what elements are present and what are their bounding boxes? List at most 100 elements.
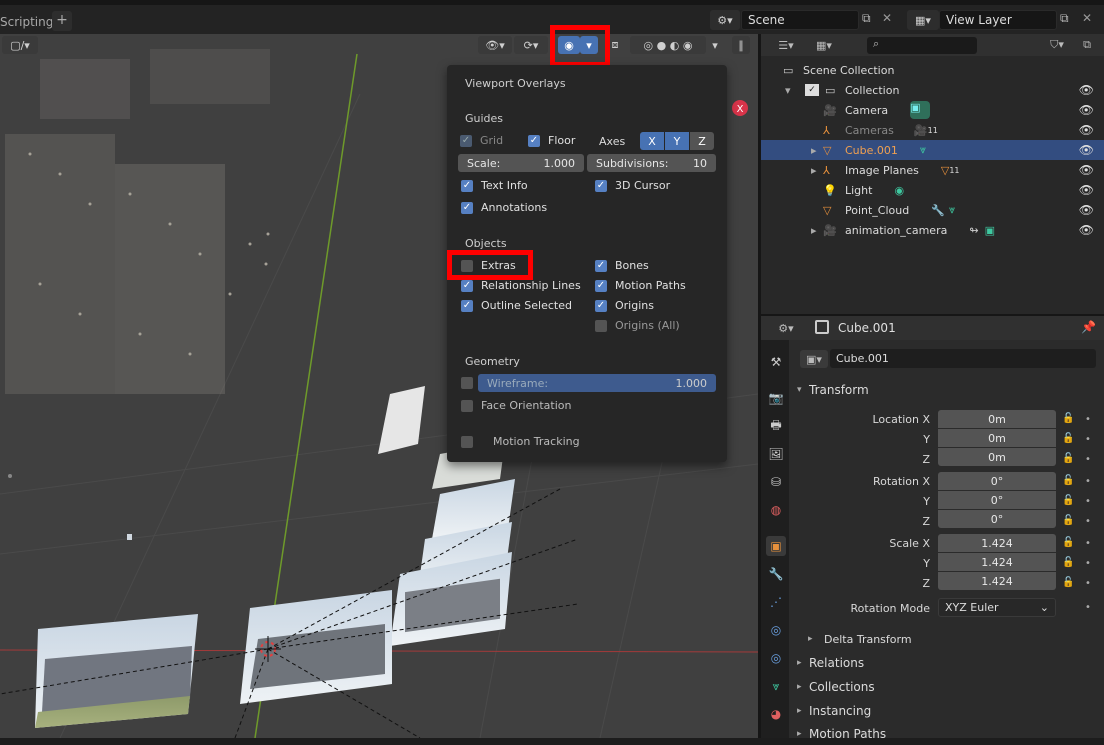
outliner-row-camera[interactable]: 🎥 Camera ▣ 👁 bbox=[761, 100, 1104, 120]
outliner-search-input[interactable]: ⌕ bbox=[867, 37, 977, 54]
3d-cursor-checkbox[interactable]: ✓ 3D Cursor bbox=[595, 179, 670, 192]
new-view-layer-icon[interactable]: ⧉ bbox=[1060, 11, 1078, 29]
view-layer-tab-icon[interactable]: 🖼 bbox=[766, 444, 786, 464]
rotation-x-field[interactable]: 0° bbox=[938, 472, 1056, 490]
location-x-field[interactable]: 0m bbox=[938, 410, 1056, 428]
lock-icon[interactable]: 🔓 bbox=[1062, 433, 1074, 444]
visibility-eye-icon[interactable]: 👁 bbox=[1079, 223, 1094, 237]
keyframe-dot-icon[interactable]: • bbox=[1085, 538, 1091, 549]
lock-icon[interactable]: 🔓 bbox=[1062, 557, 1074, 568]
constraints-tab-icon[interactable]: ◎ bbox=[766, 648, 786, 668]
display-mode-icon[interactable]: ☰▾ bbox=[771, 36, 801, 54]
lock-icon[interactable]: 🔓 bbox=[1062, 475, 1074, 486]
scene-tab-icon[interactable]: ⛁ bbox=[766, 472, 786, 492]
viewport-falloff-icon[interactable]: ▢∕▾ bbox=[2, 36, 38, 54]
keyframe-dot-icon[interactable]: • bbox=[1085, 496, 1091, 507]
keyframe-dot-icon[interactable]: • bbox=[1085, 558, 1091, 569]
outliner-row-point-cloud[interactable]: ▽ Point_Cloud 🔧 ⩔ 👁 bbox=[761, 200, 1104, 220]
outliner-row-image-planes[interactable]: ▸ ⅄ Image Planes ▽ 11 👁 bbox=[761, 160, 1104, 180]
visibility-eye-icon[interactable]: 👁 bbox=[1079, 123, 1094, 137]
new-collection-icon[interactable]: ⧉ bbox=[1075, 36, 1099, 54]
new-scene-icon[interactable]: ⧉ bbox=[862, 11, 880, 29]
grid-subdivisions-field[interactable]: Subdivisions: 10 bbox=[587, 154, 716, 172]
scale-y-field[interactable]: 1.424 bbox=[938, 553, 1056, 571]
relationship-lines-checkbox[interactable]: ✓ Relationship Lines bbox=[461, 279, 581, 292]
modifier-tab-icon[interactable]: 🔧 bbox=[766, 564, 786, 584]
add-workspace-button[interactable]: + bbox=[52, 11, 72, 31]
render-tab-icon[interactable]: 📷 bbox=[766, 388, 786, 408]
outline-selected-checkbox[interactable]: ✓ Outline Selected bbox=[461, 299, 572, 312]
shading-dropdown-icon[interactable]: ▾ bbox=[706, 36, 724, 54]
keyframe-dot-icon[interactable]: • bbox=[1085, 414, 1091, 425]
data-tab-icon[interactable]: ⩔ bbox=[766, 676, 786, 696]
material-tab-icon[interactable]: ◕ bbox=[766, 704, 786, 724]
relations-panel-header[interactable]: ▸ Relations bbox=[793, 652, 1104, 674]
view-layer-name-field[interactable]: View Layer bbox=[939, 10, 1057, 30]
text-info-checkbox[interactable]: ✓ Text Info bbox=[461, 179, 528, 192]
lock-icon[interactable]: 🔓 bbox=[1062, 537, 1074, 548]
location-y-field[interactable]: 0m bbox=[938, 429, 1056, 447]
gizmo-dropdown-icon[interactable]: ⟳▾ bbox=[514, 36, 548, 54]
visibility-eye-icon[interactable]: 👁 bbox=[1079, 103, 1094, 117]
motion-paths-panel-header[interactable]: ▸ Motion Paths bbox=[793, 723, 1104, 745]
motion-paths-checkbox[interactable]: ✓ Motion Paths bbox=[595, 279, 686, 292]
axis-y-toggle[interactable]: Y bbox=[665, 132, 689, 150]
delta-transform-header[interactable]: ▸ Delta Transform bbox=[808, 628, 1104, 650]
filter-icon[interactable]: ⛉▾ bbox=[1043, 36, 1071, 54]
view-layer-selector-icon[interactable]: ▦▾ bbox=[907, 10, 939, 30]
checkbox-icon[interactable]: ✓ bbox=[805, 84, 819, 96]
delete-view-layer-icon[interactable]: ✕ bbox=[1082, 11, 1100, 29]
overlays-dropdown-icon[interactable]: ▾ bbox=[580, 36, 598, 54]
world-tab-icon[interactable]: ◍ bbox=[766, 500, 786, 520]
rotation-z-field[interactable]: 0° bbox=[938, 510, 1056, 528]
face-orientation-checkbox[interactable]: Face Orientation bbox=[461, 399, 571, 412]
pin-icon[interactable]: 📌 bbox=[1081, 320, 1096, 334]
annotations-checkbox[interactable]: ✓ Annotations bbox=[461, 201, 547, 214]
scale-z-field[interactable]: 1.424 bbox=[938, 572, 1056, 590]
workspace-tab-scripting[interactable]: Scripting bbox=[0, 15, 53, 29]
lock-icon[interactable]: 🔓 bbox=[1062, 577, 1074, 588]
bones-checkbox[interactable]: ✓ Bones bbox=[595, 259, 649, 272]
physics-tab-icon[interactable]: ◎ bbox=[766, 620, 786, 640]
filter-view-icon[interactable]: ▦▾ bbox=[809, 36, 839, 54]
axis-z-toggle[interactable]: Z bbox=[690, 132, 714, 150]
scale-x-field[interactable]: 1.424 bbox=[938, 534, 1056, 552]
keyframe-dot-icon[interactable]: • bbox=[1085, 476, 1091, 487]
keyframe-dot-icon[interactable]: • bbox=[1085, 578, 1091, 589]
wireframe-field[interactable]: Wireframe: 1.000 bbox=[478, 374, 716, 392]
wireframe-checkbox[interactable] bbox=[461, 377, 473, 389]
visibility-eye-icon[interactable]: 👁 bbox=[1079, 203, 1094, 217]
origins-all-checkbox[interactable]: Origins (All) bbox=[595, 319, 680, 332]
visibility-eye-icon[interactable]: 👁 bbox=[1079, 183, 1094, 197]
axis-x-toggle[interactable]: X bbox=[640, 132, 664, 150]
xray-toggle-icon[interactable]: ⧈ bbox=[605, 36, 625, 54]
rotation-y-field[interactable]: 0° bbox=[938, 491, 1056, 509]
outliner-row-scene-collection[interactable]: ▭ Scene Collection bbox=[761, 60, 1104, 80]
visibility-eye-icon[interactable]: 👁 bbox=[1079, 143, 1094, 157]
visibility-eye-icon[interactable]: 👁 bbox=[1079, 83, 1094, 97]
grid-checkbox[interactable]: ✓ Grid bbox=[460, 134, 503, 147]
floor-checkbox[interactable]: ✓ Floor bbox=[528, 134, 575, 147]
location-z-field[interactable]: 0m bbox=[938, 448, 1056, 466]
lock-icon[interactable]: 🔓 bbox=[1062, 495, 1074, 506]
particles-tab-icon[interactable]: ⋰ bbox=[766, 592, 786, 612]
collections-panel-header[interactable]: ▸ Collections bbox=[793, 676, 1104, 698]
outliner-row-animation-camera[interactable]: ▸ 🎥 animation_camera ↬ ▣ 👁 bbox=[761, 220, 1104, 240]
shading-modes[interactable]: ◎ ● ◐ ◉ bbox=[630, 36, 706, 54]
object-name-field[interactable]: Cube.001 bbox=[830, 349, 1096, 368]
instancing-panel-header[interactable]: ▸ Instancing bbox=[793, 700, 1104, 722]
output-tab-icon[interactable]: 🖶 bbox=[766, 416, 786, 436]
outliner-row-cube[interactable]: ▸ ▽ Cube.001 ⩔ 👁 bbox=[761, 140, 1104, 160]
grid-scale-field[interactable]: Scale: 1.000 bbox=[458, 154, 584, 172]
visibility-dropdown-icon[interactable]: 👁▾ bbox=[478, 36, 512, 54]
scene-name-field[interactable]: Scene bbox=[741, 10, 859, 30]
keyframe-dot-icon[interactable]: • bbox=[1085, 602, 1091, 613]
rotation-mode-select[interactable]: XYZ Euler ⌄ bbox=[938, 598, 1056, 617]
object-browse-icon[interactable]: ▣▾ bbox=[800, 350, 828, 368]
extras-checkbox[interactable]: Extras bbox=[461, 259, 516, 272]
scene-selector-icon[interactable]: ⚙▾ bbox=[710, 10, 740, 30]
lock-icon[interactable]: 🔓 bbox=[1062, 413, 1074, 424]
lock-icon[interactable]: 🔓 bbox=[1062, 453, 1074, 464]
outliner-row-collection[interactable]: ▾ ✓ ▭ Collection 👁 bbox=[761, 80, 1104, 100]
tool-tab-icon[interactable]: ⚒ bbox=[766, 352, 786, 372]
